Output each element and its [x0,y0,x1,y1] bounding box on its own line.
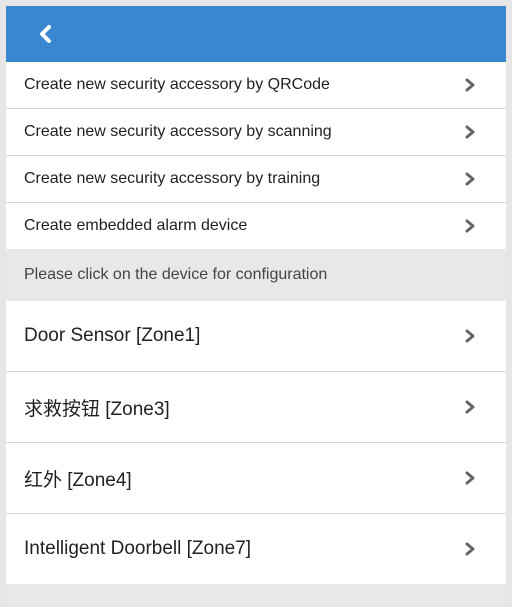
device-item-sos-button[interactable]: 求救按钮 [Zone3] [6,372,506,443]
menu-item-embedded-alarm[interactable]: Create embedded alarm device [6,203,506,249]
device-label: Intelligent Doorbell [Zone7] [24,538,252,559]
chevron-right-icon [465,78,475,92]
chevron-right-icon [465,542,475,556]
chevron-left-icon [40,25,51,43]
menu-item-label: Create new security accessory by scannin… [24,123,332,140]
device-item-infrared[interactable]: 红外 [Zone4] [6,443,506,514]
list-footer-band [6,584,506,607]
app-frame: Create new security accessory by QRCode … [6,6,506,607]
menu-item-training[interactable]: Create new security accessory by trainin… [6,156,506,203]
chevron-right-icon [465,471,475,485]
chevron-right-icon [465,400,475,414]
menu-item-qrcode[interactable]: Create new security accessory by QRCode [6,62,506,109]
device-label: 红外 [Zone4] [24,469,132,491]
top-bar [6,6,506,62]
device-item-doorbell[interactable]: Intelligent Doorbell [Zone7] [6,514,506,584]
device-label: 求救按钮 [Zone3] [24,398,170,420]
menu-item-scanning[interactable]: Create new security accessory by scannin… [6,109,506,156]
chevron-right-icon [465,219,475,233]
chevron-right-icon [465,125,475,139]
chevron-right-icon [465,172,475,186]
chevron-right-icon [465,329,475,343]
device-item-door-sensor[interactable]: Door Sensor [Zone1] [6,301,506,372]
back-button[interactable] [34,20,58,48]
device-label: Door Sensor [Zone1] [24,325,201,346]
menu-item-label: Create new security accessory by QRCode [24,76,330,93]
menu-item-label: Create new security accessory by trainin… [24,170,321,187]
menu-item-label: Create embedded alarm device [24,217,248,234]
section-hint: Please click on the device for configura… [6,249,506,301]
